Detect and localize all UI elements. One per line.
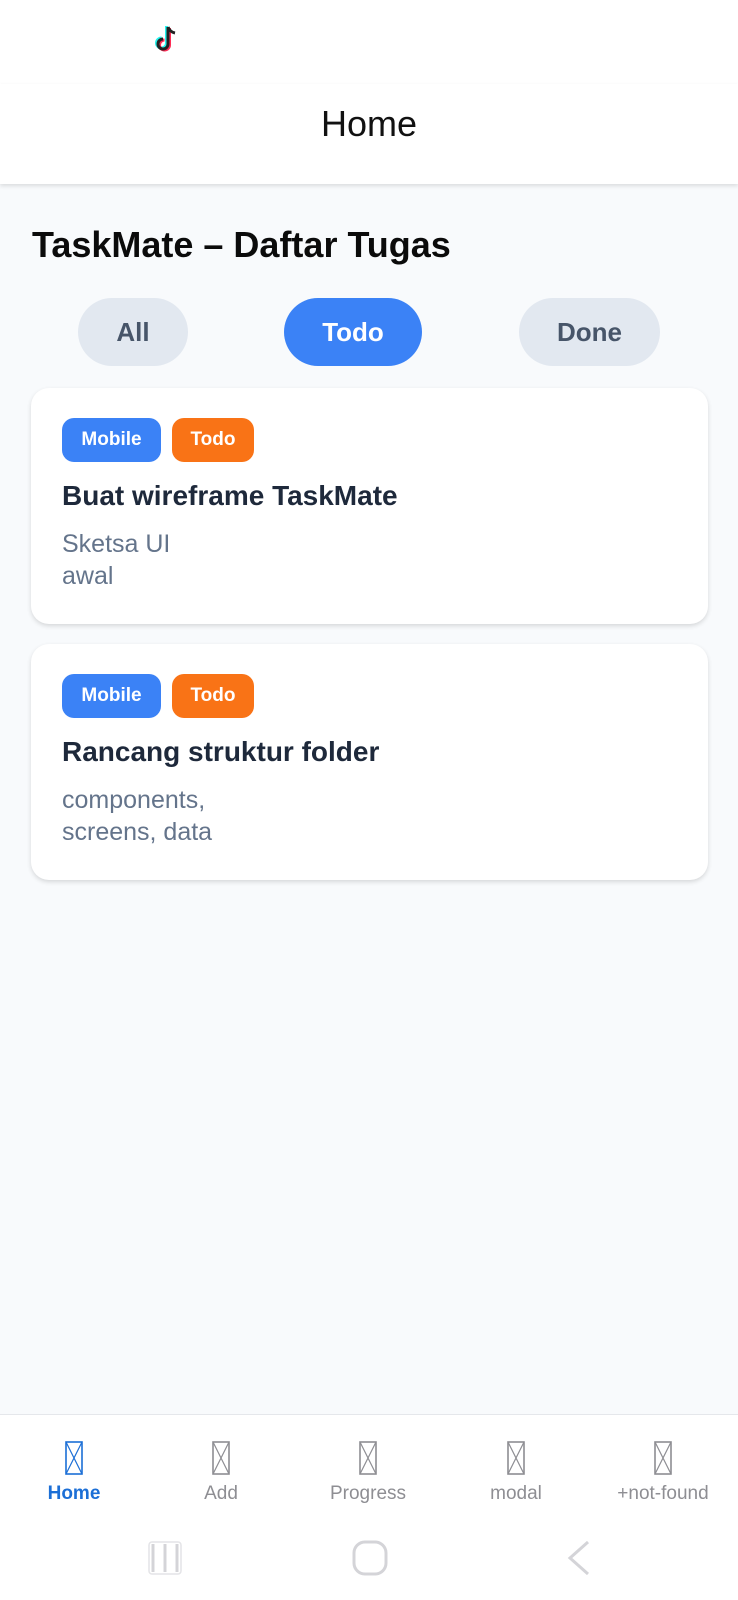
tab-modal[interactable]: modal xyxy=(456,1415,576,1519)
tab-add[interactable]: Add xyxy=(161,1415,281,1519)
tab-label: modal xyxy=(490,1483,542,1504)
category-badge: Mobile xyxy=(62,674,161,718)
tab-label: Add xyxy=(204,1483,238,1504)
task-description-line: awal xyxy=(62,562,114,590)
tab-label: +not-found xyxy=(617,1483,709,1504)
task-description: Sketsa UI awal xyxy=(62,528,170,592)
placeholder-icon xyxy=(212,1441,230,1475)
tab-label: Progress xyxy=(329,1483,407,1504)
tab-label: Home xyxy=(47,1483,101,1504)
tab-home[interactable]: Home xyxy=(14,1415,134,1519)
task-list-screen: TaskMate – Daftar Tugas All Todo Done Mo… xyxy=(0,184,738,1414)
task-description-line: screens, data xyxy=(62,818,213,846)
filter-todo-button[interactable]: Todo xyxy=(284,298,422,366)
status-badge: Todo xyxy=(172,418,254,462)
task-title: Buat wireframe TaskMate xyxy=(62,480,398,511)
task-card[interactable]: Mobile Todo Rancang struktur folder comp… xyxy=(31,644,708,880)
tab-not-found[interactable]: +not-found xyxy=(603,1415,723,1519)
tiktok-icon xyxy=(155,26,176,52)
task-description-line: Sketsa UI xyxy=(62,530,171,558)
header-title: Home xyxy=(320,103,418,144)
back-icon[interactable] xyxy=(560,1538,600,1578)
recent-apps-icon[interactable] xyxy=(145,1538,185,1578)
task-description-line: components, xyxy=(62,786,206,814)
placeholder-icon xyxy=(507,1441,525,1475)
filter-all-button[interactable]: All xyxy=(78,298,188,366)
tab-progress[interactable]: Progress xyxy=(308,1415,428,1519)
placeholder-icon xyxy=(65,1441,83,1475)
placeholder-icon xyxy=(654,1441,672,1475)
app-header: Home xyxy=(0,84,738,184)
task-description: components, screens, data xyxy=(62,784,212,848)
task-title: Rancang struktur folder xyxy=(62,736,380,767)
page-title: TaskMate – Daftar Tugas xyxy=(32,224,451,265)
bottom-tab-bar: Home Add Progress modal +not-found xyxy=(0,1414,738,1518)
task-card[interactable]: Mobile Todo Buat wireframe TaskMate Sket… xyxy=(31,388,708,624)
status-badge: Todo xyxy=(172,674,254,718)
home-circle-icon[interactable] xyxy=(350,1538,390,1578)
system-navigation-bar xyxy=(0,1518,738,1600)
filter-done-button[interactable]: Done xyxy=(519,298,660,366)
placeholder-icon xyxy=(359,1441,377,1475)
status-bar xyxy=(0,0,738,84)
category-badge: Mobile xyxy=(62,418,161,462)
